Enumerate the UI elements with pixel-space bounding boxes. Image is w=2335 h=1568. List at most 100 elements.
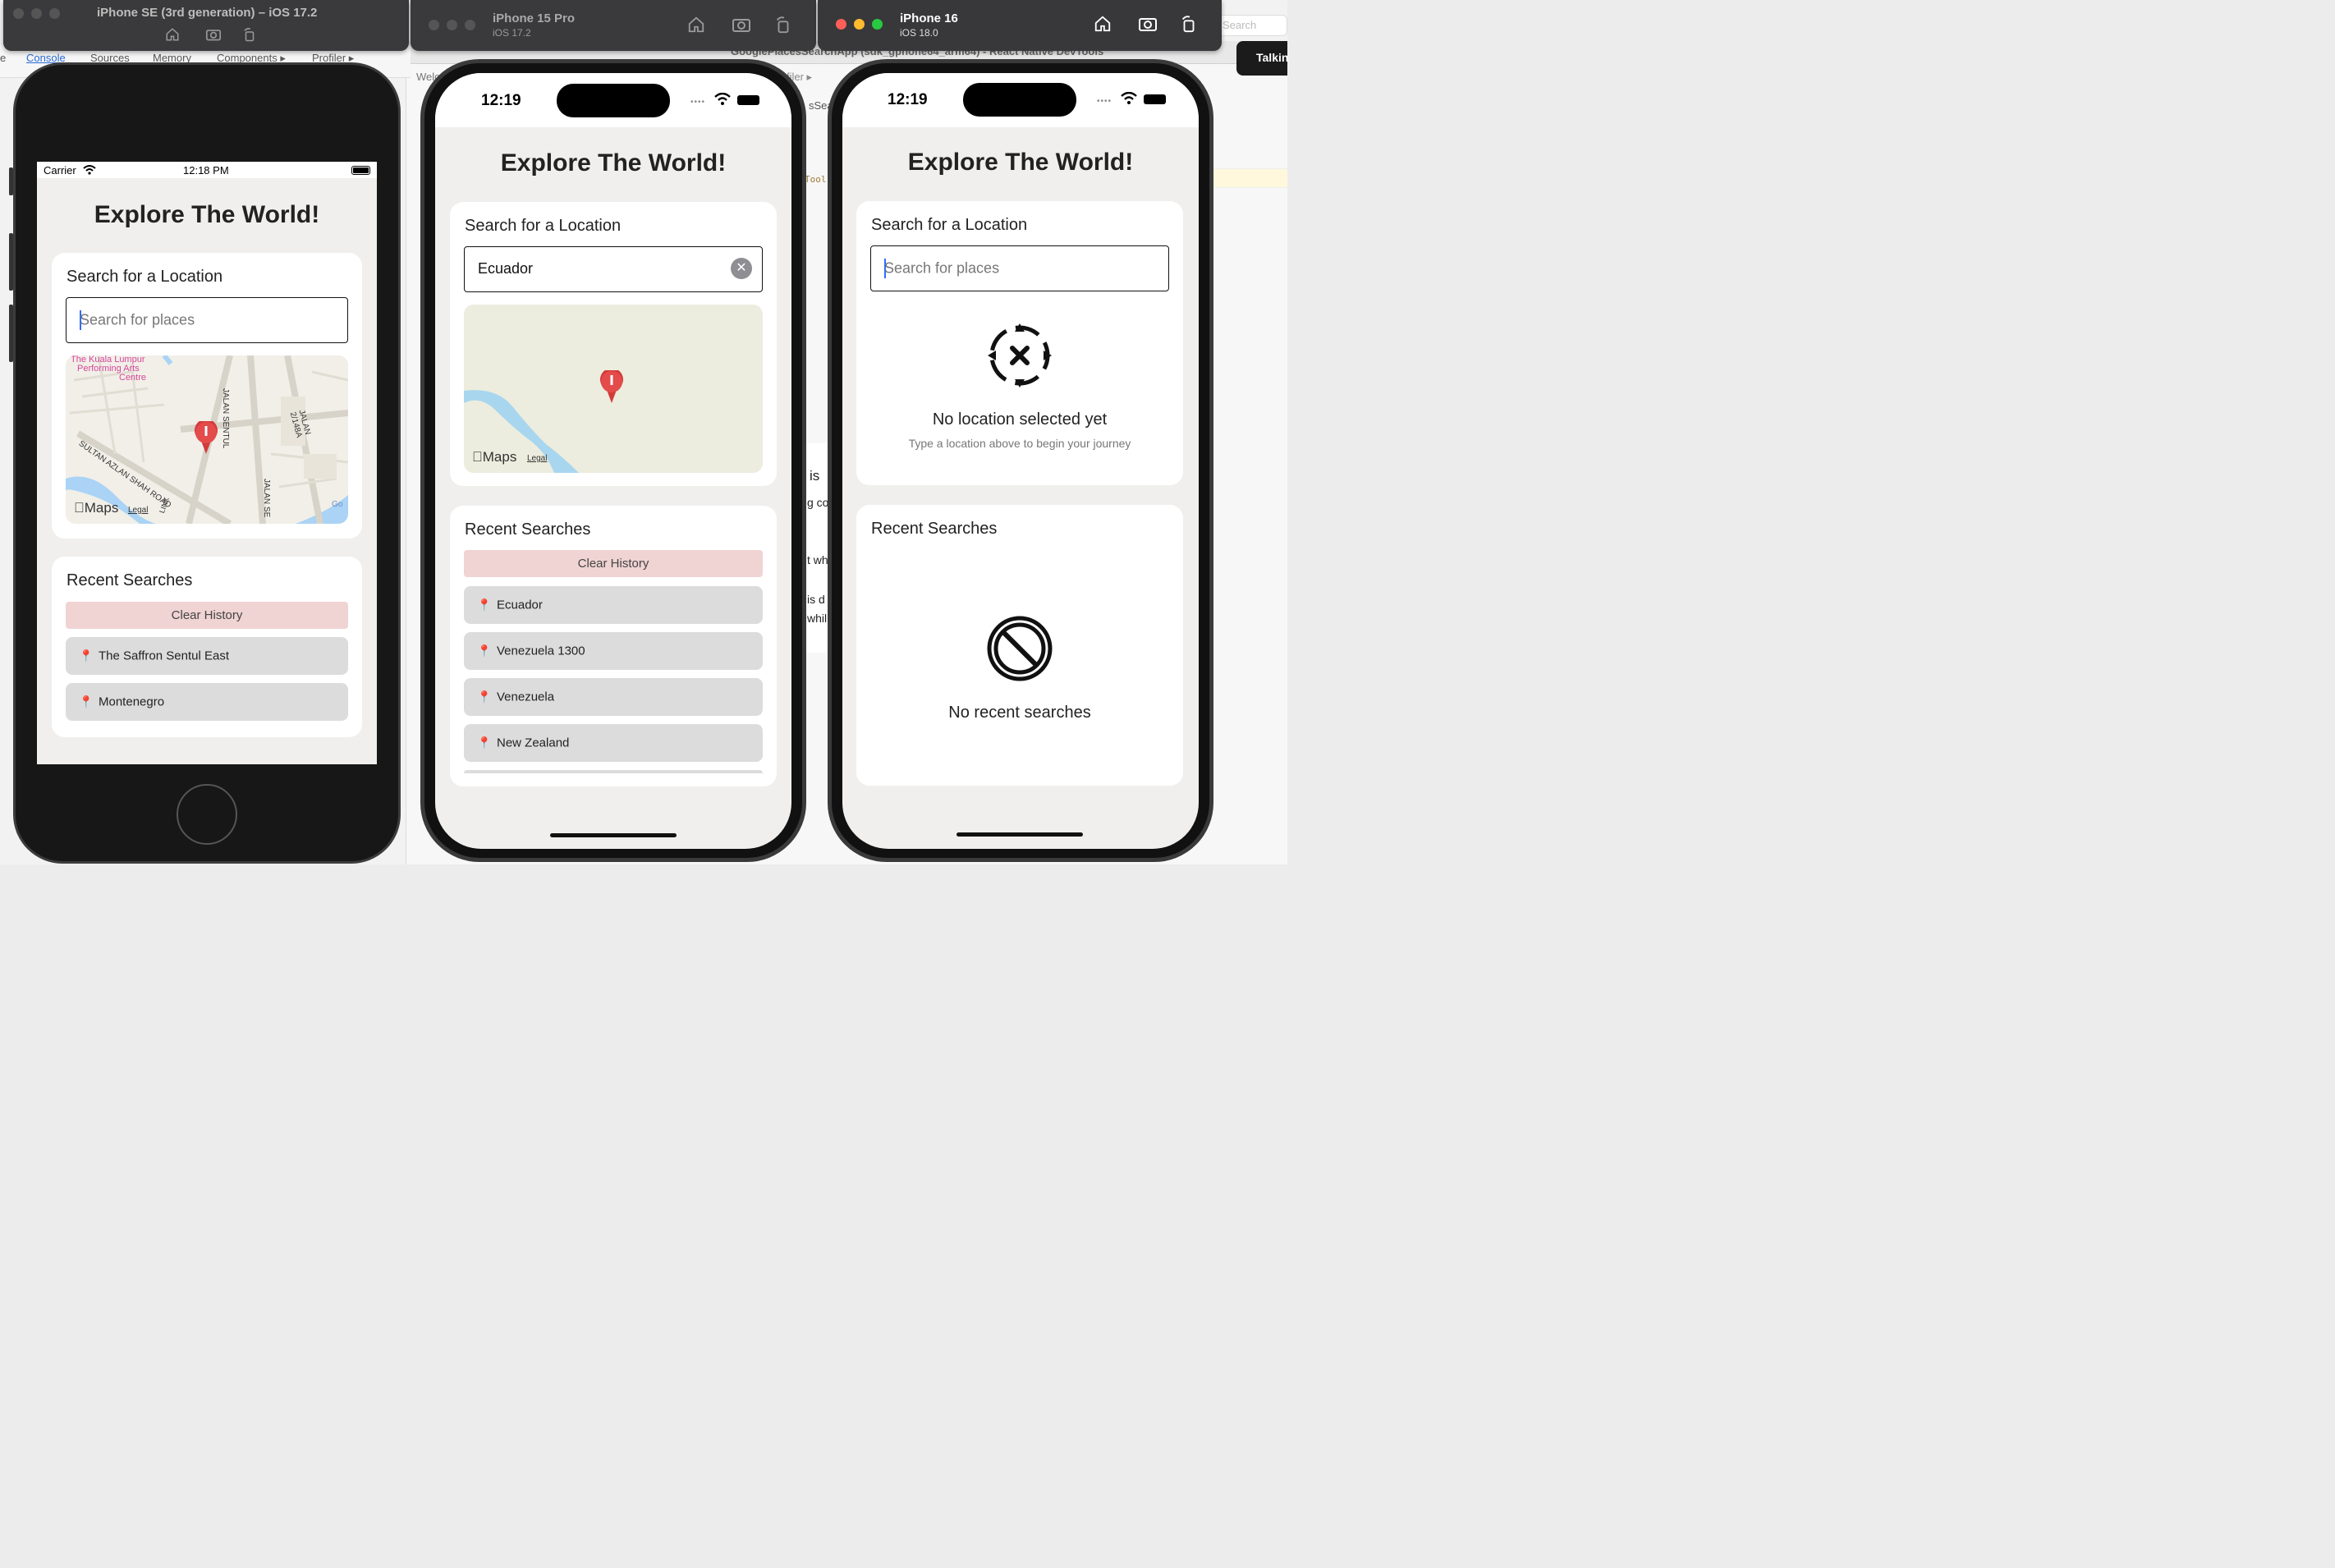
search-input[interactable]: Ecuador ✕ [464,246,763,292]
clear-input-icon[interactable]: ✕ [731,258,752,279]
home-indicator[interactable] [550,833,677,837]
carrier-label: Carrier [44,164,76,177]
recent-item-label: Ecuador [497,598,543,612]
rotate-icon[interactable] [242,27,257,42]
maps-logo-text: Maps [472,449,517,465]
wifi-icon [1121,92,1137,104]
clear-history-button[interactable]: Clear History [464,550,763,577]
recent-item-label: Montenegro [99,695,165,709]
talking-tooltip: Talkin [1236,41,1289,76]
simulator-title-se: iPhone SE (3rd generation) – iOS 17.2 [97,6,318,20]
home-icon[interactable] [1094,15,1112,33]
page-title: Explore The World! [94,201,320,228]
window-close-button[interactable] [836,19,846,30]
map-label-go: Go [332,500,343,509]
legal-link[interactable]: Legal [128,506,148,515]
battery-icon [737,95,759,105]
wifi-icon [714,93,731,105]
recent-section-title: Recent Searches [465,520,591,539]
clear-history-button[interactable]: Clear History [66,602,348,629]
location-map[interactable]: Maps Legal [464,305,763,473]
search-input[interactable]: Search for places [870,245,1169,291]
no-recent-searches-label: No recent searches [948,704,1091,722]
window-zoom-button[interactable] [49,8,60,19]
no-location-title: No location selected yet [932,410,1108,429]
side-button [9,167,13,195]
home-button[interactable] [177,784,237,845]
home-indicator[interactable] [956,832,1083,837]
location-map[interactable]: The Kuala Lumpur Performing Arts Centre … [66,355,348,524]
legal-link[interactable]: Legal [527,454,547,463]
maps-logo-text: Maps [74,500,119,516]
iphone-15pro-screen: 12:19 •••• Explore The World! Search for… [435,73,791,849]
recent-searches-card: Recent Searches Clear History 📍 Ecuador … [450,506,777,786]
recent-section-title: Recent Searches [67,571,193,589]
background-fragment-5: whil [807,612,828,625]
background-search-placeholder: Search [1223,19,1257,31]
recent-item-label: The Saffron Sentul East [99,649,229,663]
battery-icon [351,166,370,175]
status-time: 12:19 [888,91,928,108]
recent-item[interactable]: 📍 Venezuela 1300 [464,632,763,670]
signal-icon: •••• [1097,97,1112,106]
map-pin-icon [600,370,623,403]
background-fragment-7: Tool [805,174,827,185]
battery-icon [1144,94,1166,104]
rotate-icon[interactable] [774,16,792,34]
recent-searches-card: Recent Searches No recent searches [856,505,1183,786]
simulator-subtitle-15pro: iOS 17.2 [493,27,531,39]
no-entry-icon [987,616,1053,681]
window-zoom-button[interactable] [465,20,475,30]
background-search-field[interactable]: Search [1215,15,1287,36]
simulator-titlebar-15pro: iPhone 15 Pro iOS 17.2 [411,0,816,51]
map-label-jalan-sentul: JALAN SENTUL [221,388,230,449]
search-card: Search for a Location Ecuador ✕ Maps Le… [450,202,777,486]
rotate-icon[interactable] [1180,15,1198,33]
simulator-titlebar-se: iPhone SE (3rd generation) – iOS 17.2 [3,0,409,51]
recent-item-label: New Zealand [497,736,570,750]
iphone-se-screen: Carrier 12:18 PM Explore The World! Sear… [37,162,377,764]
recent-section-title: Recent Searches [871,520,998,538]
search-placeholder: Search for places [884,259,1000,277]
home-icon[interactable] [165,27,180,42]
recent-item[interactable]: 📍 New Zealand [464,724,763,762]
recent-searches-card: Recent Searches Clear History 📍 The Saff… [52,557,362,737]
pin-icon: 📍 [477,644,492,658]
map-label-jalan-se: JALAN SE [262,479,271,518]
window-minimize-button[interactable] [447,20,457,30]
background-fragment-4: is d [807,593,825,606]
screenshot-icon[interactable] [205,27,222,42]
wifi-icon [83,165,96,175]
maps-logo: Maps [472,449,516,465]
recent-item-label: Venezuela 1300 [497,644,585,658]
home-icon[interactable] [687,16,705,34]
devtools-tab-elements[interactable]: e [0,52,6,64]
pin-icon: 📍 [79,649,94,663]
screenshot-icon[interactable] [1138,15,1158,33]
recent-item[interactable]: 📍 Montenegro [66,683,348,721]
simulator-title-16: iPhone 16 [900,11,958,25]
window-close-button[interactable] [429,20,439,30]
window-minimize-button[interactable] [31,8,42,19]
search-section-title: Search for a Location [871,216,1028,234]
window-minimize-button[interactable] [854,19,865,30]
search-section-title: Search for a Location [67,268,223,286]
talking-tooltip-text: Talkin [1256,51,1289,64]
recent-item-label: Venezuela [497,690,555,704]
screenshot-icon[interactable] [732,16,751,34]
window-close-button[interactable] [13,8,24,19]
simulator-subtitle-16: iOS 18.0 [900,27,938,39]
recent-item[interactable]: 📍 The Saffron Sentul East [66,637,348,675]
simulator-title-15pro: iPhone 15 Pro [493,11,576,25]
dynamic-island [557,84,670,117]
pin-icon: 📍 [477,736,492,750]
recent-item[interactable]: 📍 Ecuador [464,586,763,624]
location-off-icon [988,323,1052,387]
simulator-titlebar-16: iPhone 16 iOS 18.0 [818,0,1222,51]
recent-item[interactable]: 📍 Venezuela [464,678,763,716]
map-pin-icon [195,421,218,454]
background-fragment-1: is [810,468,820,484]
search-input[interactable]: Search for places [66,297,348,343]
window-zoom-button[interactable] [872,19,883,30]
pin-icon: 📍 [79,695,94,708]
